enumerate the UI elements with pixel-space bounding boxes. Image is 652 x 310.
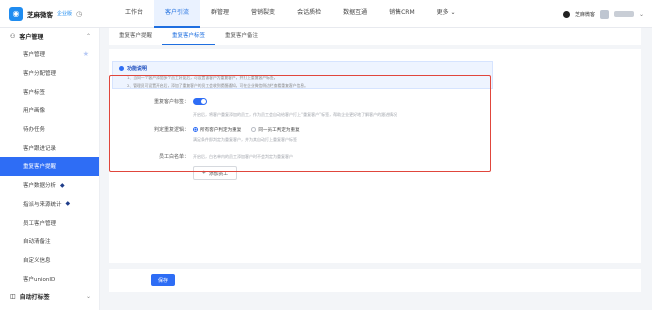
sidebar-item-label: 客户跟进记录 bbox=[23, 145, 57, 152]
sidebar-item-tags[interactable]: 客户标签 bbox=[0, 82, 99, 101]
radio-all-customers[interactable]: 所有客户判定为重复 bbox=[193, 127, 241, 133]
logic-label: 判定重复逻辑： bbox=[153, 127, 189, 133]
tab-workbench[interactable]: 工作台 bbox=[114, 0, 154, 28]
repeat-tag-toggle[interactable] bbox=[193, 98, 207, 105]
sidebar-item-employee-customers[interactable]: 员工客户管理 bbox=[0, 213, 99, 232]
sidebar-item-label: 待办任务 bbox=[23, 127, 46, 134]
avatar bbox=[599, 9, 609, 19]
footer-bar: 保存 bbox=[109, 269, 641, 292]
edition-badge: 企业版 bbox=[57, 11, 73, 17]
sidebar-group-customer[interactable]: ⚇ 客户管理 ⌃ bbox=[0, 28, 99, 45]
top-navbar: ◉ 芝麻微客 企业版 ◷ 工作台 客户引流 群管理 营销裂变 会话质检 数据互通… bbox=[0, 0, 652, 28]
sidebar-group-auto-tag[interactable]: ◫ 自动打标签 ⌄ bbox=[0, 288, 99, 305]
tab-more[interactable]: 更多 ⌄ bbox=[426, 0, 467, 28]
radio-button bbox=[193, 127, 198, 132]
radio-same-employee[interactable]: 同一员工判定为重复 bbox=[251, 127, 300, 133]
sidebar-item-custom-info[interactable]: 自定义信息 bbox=[0, 251, 99, 270]
notice-line-2: 2、管理员可设置开启后，添加了重复客户的员工会收到提醒通知，可在企业微信侧边栏查… bbox=[127, 83, 308, 88]
sidebar-item-auto-clear-notes[interactable]: 自动清备注 bbox=[0, 232, 99, 251]
whitelist-hint: 开启后，白名单内的员工添加客户时不会判定为重复客户 bbox=[193, 153, 293, 159]
people-icon: ⚇ bbox=[10, 33, 16, 40]
tab-repeat-tag[interactable]: 重复客户标签 bbox=[162, 28, 216, 45]
sidebar-item-label: 重复客户提醒 bbox=[23, 164, 57, 171]
sidebar-item-label: 用户画像 bbox=[23, 108, 46, 115]
user-name: 芝麻微客 bbox=[574, 11, 595, 18]
feature-notice: 功能说明 1、当同一个客户添加多个员工好友后，可设置该客户为重复客户，并打上重复… bbox=[112, 61, 493, 89]
add-employee-label: 添加员工 bbox=[208, 171, 229, 177]
tab-customer-acquisition[interactable]: 客户引流 bbox=[154, 0, 201, 28]
radio-label: 所有客户判定为重复 bbox=[200, 127, 242, 133]
tab-group-management[interactable]: 群管理 bbox=[200, 0, 240, 28]
radio-button bbox=[251, 127, 257, 132]
sidebar-item-customer-management[interactable]: 客户管理 ★ bbox=[0, 45, 99, 64]
user-menu[interactable]: 芝麻微客 ⌄ bbox=[562, 0, 644, 28]
sidebar-group-label: 自动打标签 bbox=[19, 293, 50, 301]
redacted-username bbox=[613, 11, 634, 17]
sub-tabs: 重复客户提醒 重复客户标签 重复客户备注 bbox=[109, 28, 641, 45]
whitelist-label: 员工白名单： bbox=[158, 154, 189, 160]
sidebar-item-assignment[interactable]: 客户分配管理 bbox=[0, 64, 99, 83]
sidebar-item-user-profile[interactable]: 用户画像 bbox=[0, 101, 99, 120]
star-icon[interactable]: ★ bbox=[83, 50, 89, 58]
diamond-icon: ◆ bbox=[60, 181, 65, 189]
sidebar-item-label: 员工客户管理 bbox=[23, 220, 57, 227]
tab-repeat-note[interactable]: 重复客户备注 bbox=[215, 28, 268, 45]
sidebar-item-data-analysis[interactable]: 客户数据分析 ◆ bbox=[0, 176, 99, 195]
sidebar-item-label: 客户管理 bbox=[23, 52, 46, 59]
brand[interactable]: ◉ 芝麻微客 企业版 ◷ bbox=[0, 0, 103, 28]
logic-hint-row: 满足条件即判定为重复客户，并为其自动打上重复客户标签 bbox=[193, 137, 297, 143]
sidebar-item-label: 客户unionID bbox=[23, 276, 56, 283]
notice-title-row: 功能说明 bbox=[119, 65, 486, 72]
add-employee-button[interactable]: + 添加员工 bbox=[193, 166, 237, 180]
repeat-tag-label: 重复客户标签： bbox=[153, 99, 189, 105]
chevron-down-icon: ⌄ bbox=[638, 10, 644, 18]
logic-hint: 满足条件即判定为重复客户，并为其自动打上重复客户标签 bbox=[193, 137, 297, 142]
tag-icon: ◫ bbox=[10, 292, 16, 300]
sidebar-item-label: 自定义信息 bbox=[23, 257, 51, 264]
top-nav-tabs: 工作台 客户引流 群管理 营销裂变 会话质检 数据互通 销售CRM 更多 ⌄ bbox=[114, 0, 467, 28]
tab-session-quality[interactable]: 会话质检 bbox=[286, 0, 332, 28]
plus-icon: + bbox=[201, 170, 206, 176]
account-icon bbox=[562, 10, 570, 18]
sidebar-item-follow-up[interactable]: 客户跟进记录 bbox=[0, 138, 99, 157]
sidebar: ⚇ 客户管理 ⌃ 客户管理 ★ 客户分配管理 客户标签 用户画像 待办任务 客户… bbox=[0, 28, 100, 310]
chevron-down-icon: ⌄ bbox=[85, 292, 91, 300]
tab-sales-crm[interactable]: 销售CRM bbox=[378, 0, 426, 28]
diamond-icon: ◆ bbox=[65, 200, 71, 208]
sidebar-item-unionid[interactable]: 客户unionID bbox=[0, 269, 99, 288]
logic-row: 判定重复逻辑： 所有客户判定为重复 同一员工判定为重复 bbox=[131, 126, 310, 133]
repeat-tag-row: 重复客户标签： bbox=[131, 98, 207, 105]
sidebar-item-source-stats[interactable]: 指派与来源统计 ◆ bbox=[0, 195, 99, 214]
sidebar-item-todo[interactable]: 待办任务 bbox=[0, 120, 99, 139]
notice-line-1: 1、当同一个客户添加多个员工好友后，可设置该客户为重复客户，并打上重复客户标签。 bbox=[127, 74, 278, 80]
sidebar-item-label: 客户分配管理 bbox=[23, 71, 57, 78]
sidebar-item-label: 自动清备注 bbox=[23, 239, 51, 246]
clock-icon[interactable]: ◷ bbox=[76, 10, 82, 18]
chevron-up-icon: ⌃ bbox=[85, 33, 91, 40]
add-employee-row: + 添加员工 bbox=[193, 166, 237, 180]
main-content: 重复客户提醒 重复客户标签 重复客户备注 功能说明 1、当同一个客户添加多个员工… bbox=[100, 28, 652, 310]
notice-title: 功能说明 bbox=[127, 66, 148, 72]
chat-bubble-icon: ◉ bbox=[9, 6, 23, 21]
sidebar-item-label: 客户标签 bbox=[23, 89, 46, 96]
whitelist-row: 员工白名单： 开启后，白名单内的员工添加客户时不会判定为重复客户 bbox=[131, 153, 293, 161]
sidebar-item-repeat-customer[interactable]: 重复客户提醒 bbox=[0, 157, 99, 176]
sidebar-item-label: 客户数据分析 bbox=[23, 183, 57, 190]
radio-label: 同一员工判定为重复 bbox=[258, 127, 300, 133]
sidebar-group-label: 客户管理 bbox=[19, 34, 44, 41]
tab-marketing[interactable]: 营销裂变 bbox=[240, 0, 286, 28]
app-window: ◉ 芝麻微客 企业版 ◷ 工作台 客户引流 群管理 营销裂变 会话质检 数据互通… bbox=[0, 0, 652, 310]
brand-name: 芝麻微客 bbox=[27, 10, 53, 19]
tab-data-sync[interactable]: 数据互通 bbox=[332, 0, 378, 28]
info-icon bbox=[119, 66, 124, 71]
tab-repeat-reminder[interactable]: 重复客户提醒 bbox=[109, 28, 162, 45]
save-button[interactable]: 保存 bbox=[151, 274, 175, 286]
repeat-tag-hint-row: 开启后，将客户重复添加的员工，作为员工会自动给客户打上“重复客户”标签，帮助企业… bbox=[193, 112, 397, 118]
sidebar-item-label: 指派与来源统计 bbox=[23, 201, 62, 208]
repeat-tag-hint: 开启后，将客户重复添加的员工，作为员工会自动给客户打上“重复客户”标签，帮助企业… bbox=[193, 112, 398, 117]
settings-panel: 功能说明 1、当同一个客户添加多个员工好友后，可设置该客户为重复客户，并打上重复… bbox=[109, 49, 641, 263]
